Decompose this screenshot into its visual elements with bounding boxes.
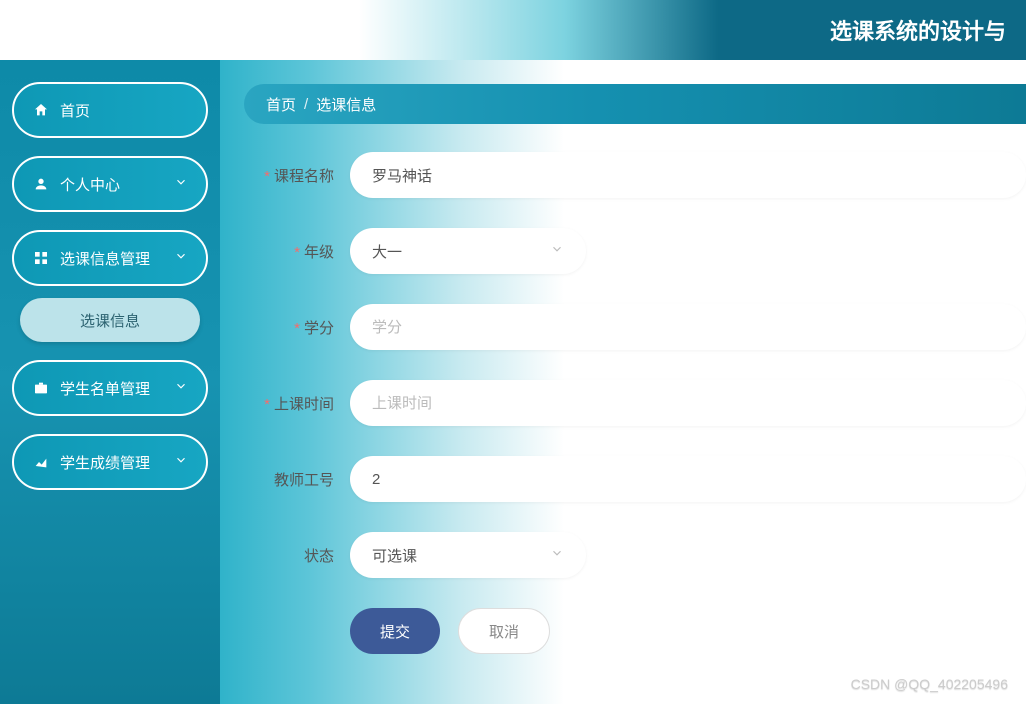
sidebar-item-profile[interactable]: 个人中心	[12, 156, 208, 212]
sidebar-item-label: 首页	[60, 100, 90, 121]
chevron-down-icon	[174, 175, 188, 193]
label-credit: 学分	[244, 317, 334, 338]
breadcrumb-separator: /	[304, 96, 308, 113]
submit-button[interactable]: 提交	[350, 608, 440, 654]
course-form: 课程名称 年级 大一 学分 上课时间	[244, 152, 1026, 654]
label-teacher-id: 教师工号	[244, 469, 334, 490]
sidebar-item-label: 选课信息管理	[60, 248, 150, 269]
sidebar-item-label: 学生名单管理	[60, 378, 150, 399]
select-grade[interactable]: 大一	[350, 228, 586, 274]
sidebar-subitem-label: 选课信息	[80, 310, 140, 331]
chevron-down-icon	[174, 453, 188, 471]
label-grade: 年级	[244, 241, 334, 262]
chevron-down-icon	[550, 546, 564, 564]
label-course-name: 课程名称	[244, 165, 334, 186]
app-header: 选课系统的设计与	[0, 0, 1026, 60]
select-status[interactable]: 可选课	[350, 532, 586, 578]
chevron-down-icon	[550, 242, 564, 260]
breadcrumb-current: 选课信息	[316, 94, 376, 115]
home-icon	[32, 101, 50, 119]
sidebar-item-label: 学生成绩管理	[60, 452, 150, 473]
sidebar-item-label: 个人中心	[60, 174, 120, 195]
label-class-time: 上课时间	[244, 393, 334, 414]
app-title: 选课系统的设计与	[830, 14, 1006, 46]
chart-icon	[32, 453, 50, 471]
grid-icon	[32, 249, 50, 267]
sidebar-item-student-grades[interactable]: 学生成绩管理	[12, 434, 208, 490]
chevron-down-icon	[174, 379, 188, 397]
breadcrumb-home[interactable]: 首页	[266, 94, 296, 115]
input-course-name[interactable]	[350, 152, 1026, 198]
sidebar: 首页 个人中心 选课信息管理 选课信息	[0, 60, 220, 704]
input-credit[interactable]	[350, 304, 1026, 350]
main-content: 首页 / 选课信息 课程名称 年级 大一 学分	[220, 60, 1026, 704]
input-teacher-id[interactable]	[350, 456, 1026, 502]
select-status-value: 可选课	[372, 545, 417, 566]
chevron-down-icon	[174, 249, 188, 267]
cancel-button[interactable]: 取消	[458, 608, 550, 654]
breadcrumb: 首页 / 选课信息	[244, 84, 1026, 124]
watermark: CSDN @QQ_402205496	[851, 676, 1008, 692]
briefcase-icon	[32, 379, 50, 397]
label-status: 状态	[244, 545, 334, 566]
sidebar-item-home[interactable]: 首页	[12, 82, 208, 138]
sidebar-subitem-course-info[interactable]: 选课信息	[20, 298, 200, 342]
input-class-time[interactable]	[350, 380, 1026, 426]
user-icon	[32, 175, 50, 193]
sidebar-item-student-list[interactable]: 学生名单管理	[12, 360, 208, 416]
select-grade-value: 大一	[372, 241, 402, 262]
sidebar-item-course-mgmt[interactable]: 选课信息管理	[12, 230, 208, 286]
